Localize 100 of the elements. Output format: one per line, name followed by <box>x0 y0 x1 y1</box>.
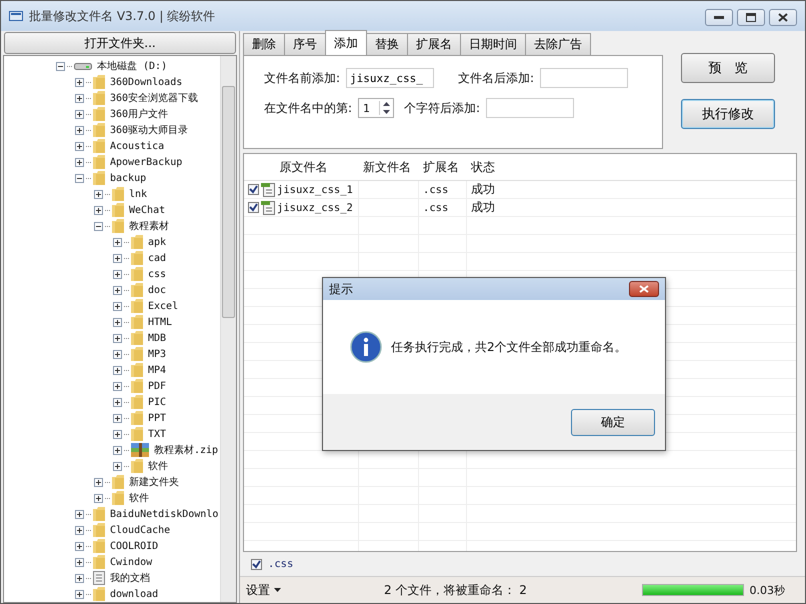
tree-item[interactable]: MP3 <box>148 348 166 360</box>
column-header[interactable]: 扩展名 <box>419 158 467 176</box>
scrollbar[interactable] <box>220 56 236 602</box>
expand-icon[interactable] <box>113 382 122 390</box>
prefix-input[interactable]: jisuxz_css_ <box>346 68 434 88</box>
insert-input[interactable] <box>486 98 574 118</box>
tab[interactable]: 日期时间 <box>460 33 526 55</box>
collapse-icon[interactable] <box>56 62 65 70</box>
expand-icon[interactable] <box>113 334 122 342</box>
expand-icon[interactable] <box>75 542 84 550</box>
folder-icon <box>131 427 143 441</box>
dialog-message: 任务执行完成，共2个文件全部成功重命名。 <box>391 338 627 356</box>
table-cell: .css <box>419 181 467 198</box>
expand-icon[interactable] <box>75 78 84 86</box>
tree-item[interactable]: apk <box>148 236 166 248</box>
expand-icon[interactable] <box>113 254 122 262</box>
tab[interactable]: 去除广告 <box>525 33 591 55</box>
tab[interactable]: 添加 <box>325 30 367 55</box>
filter-checkbox[interactable] <box>251 558 262 570</box>
tree-item[interactable]: lnk <box>129 188 148 200</box>
tree-item[interactable]: HTML <box>148 316 172 328</box>
tree-item[interactable]: ApowerBackup <box>110 156 182 168</box>
expand-icon[interactable] <box>75 158 84 166</box>
maximize-button[interactable] <box>737 9 765 26</box>
expand-icon[interactable] <box>75 526 84 534</box>
tree-item[interactable]: MP4 <box>148 364 166 376</box>
tree-item[interactable]: cad <box>148 252 166 264</box>
tree-item[interactable]: 软件 <box>129 491 149 505</box>
expand-icon[interactable] <box>113 350 122 358</box>
expand-icon[interactable] <box>113 270 122 278</box>
expand-icon[interactable] <box>75 510 84 518</box>
tree-item[interactable]: 软件 <box>148 459 168 473</box>
column-header[interactable]: 原文件名 <box>244 158 359 176</box>
tree-item[interactable]: TXT <box>148 428 166 440</box>
expand-icon[interactable] <box>113 430 122 438</box>
tree-item[interactable]: download <box>110 588 158 600</box>
tree-item[interactable]: backup <box>110 172 146 184</box>
row-checkbox[interactable] <box>248 184 259 195</box>
expand-icon[interactable] <box>113 286 122 294</box>
expand-icon[interactable] <box>94 190 103 198</box>
collapse-icon[interactable] <box>75 174 84 182</box>
tree-item[interactable]: CloudCache <box>110 524 170 536</box>
expand-icon[interactable] <box>75 558 84 566</box>
tree-item[interactable]: css <box>148 268 166 280</box>
expand-icon[interactable] <box>75 574 84 582</box>
tree-item[interactable]: 我的文档 <box>110 571 150 585</box>
tree-item[interactable]: 360Downloads <box>110 76 182 88</box>
expand-icon[interactable] <box>113 238 122 246</box>
tree-item[interactable]: 新建文件夹 <box>129 475 179 489</box>
tree-item[interactable]: 360用户文件 <box>110 107 168 121</box>
suffix-input[interactable] <box>540 68 628 88</box>
tree-item[interactable]: BaiduNetdiskDownlo <box>110 508 218 520</box>
tree-item[interactable]: Excel <box>148 300 178 312</box>
tree-item[interactable]: 360驱动大师目录 <box>110 123 188 137</box>
expand-icon[interactable] <box>94 494 103 502</box>
scrollbar-thumb[interactable] <box>222 86 235 318</box>
expand-icon[interactable] <box>113 414 122 422</box>
tab[interactable]: 替换 <box>366 33 408 55</box>
tab[interactable]: 序号 <box>284 33 326 55</box>
tab[interactable]: 扩展名 <box>407 33 461 55</box>
expand-icon[interactable] <box>113 462 122 470</box>
close-button[interactable] <box>769 9 797 26</box>
tree-item[interactable]: Acoustica <box>110 140 164 152</box>
position-spinner[interactable]: 1 <box>358 98 394 118</box>
collapse-icon[interactable] <box>94 222 103 230</box>
expand-icon[interactable] <box>75 142 84 150</box>
tree-item[interactable]: 教程素材 <box>129 219 169 233</box>
expand-icon[interactable] <box>113 398 122 406</box>
expand-icon[interactable] <box>75 94 84 102</box>
minimize-button[interactable] <box>705 9 733 26</box>
row-checkbox[interactable] <box>248 202 259 213</box>
expand-icon[interactable] <box>113 318 122 326</box>
tree-item[interactable]: MDB <box>148 332 166 344</box>
tree-item[interactable]: PIC <box>148 396 166 408</box>
expand-icon[interactable] <box>113 302 122 310</box>
column-header[interactable]: 新文件名 <box>359 158 419 176</box>
tree-item[interactable]: COOLROID <box>110 540 158 552</box>
tree-item[interactable]: PDF <box>148 380 166 392</box>
execute-button[interactable]: 执行修改 <box>681 99 775 129</box>
tree-item[interactable]: 本地磁盘 (D:) <box>97 59 168 73</box>
expand-icon[interactable] <box>94 478 103 486</box>
tree-item[interactable]: doc <box>148 284 166 296</box>
preview-button[interactable]: 预 览 <box>681 53 775 83</box>
tree-item[interactable]: 360安全浏览器下载 <box>110 91 198 105</box>
expand-icon[interactable] <box>113 446 122 454</box>
tree-item[interactable]: PPT <box>148 412 166 424</box>
tree-item[interactable]: Cwindow <box>110 556 152 568</box>
expand-icon[interactable] <box>75 110 84 118</box>
expand-icon[interactable] <box>75 590 84 598</box>
ok-button[interactable]: 确定 <box>571 408 655 436</box>
tree-item[interactable]: WeChat <box>129 204 166 216</box>
expand-icon[interactable] <box>75 126 84 134</box>
tree-item[interactable]: 教程素材.zip <box>154 443 218 457</box>
column-header[interactable]: 状态 <box>467 158 796 176</box>
settings-dropdown[interactable]: 设置 <box>243 582 284 598</box>
open-folder-button[interactable]: 打开文件夹... <box>4 32 236 54</box>
close-button[interactable] <box>629 281 659 297</box>
expand-icon[interactable] <box>113 366 122 374</box>
expand-icon[interactable] <box>94 206 103 214</box>
tab[interactable]: 删除 <box>243 33 285 55</box>
